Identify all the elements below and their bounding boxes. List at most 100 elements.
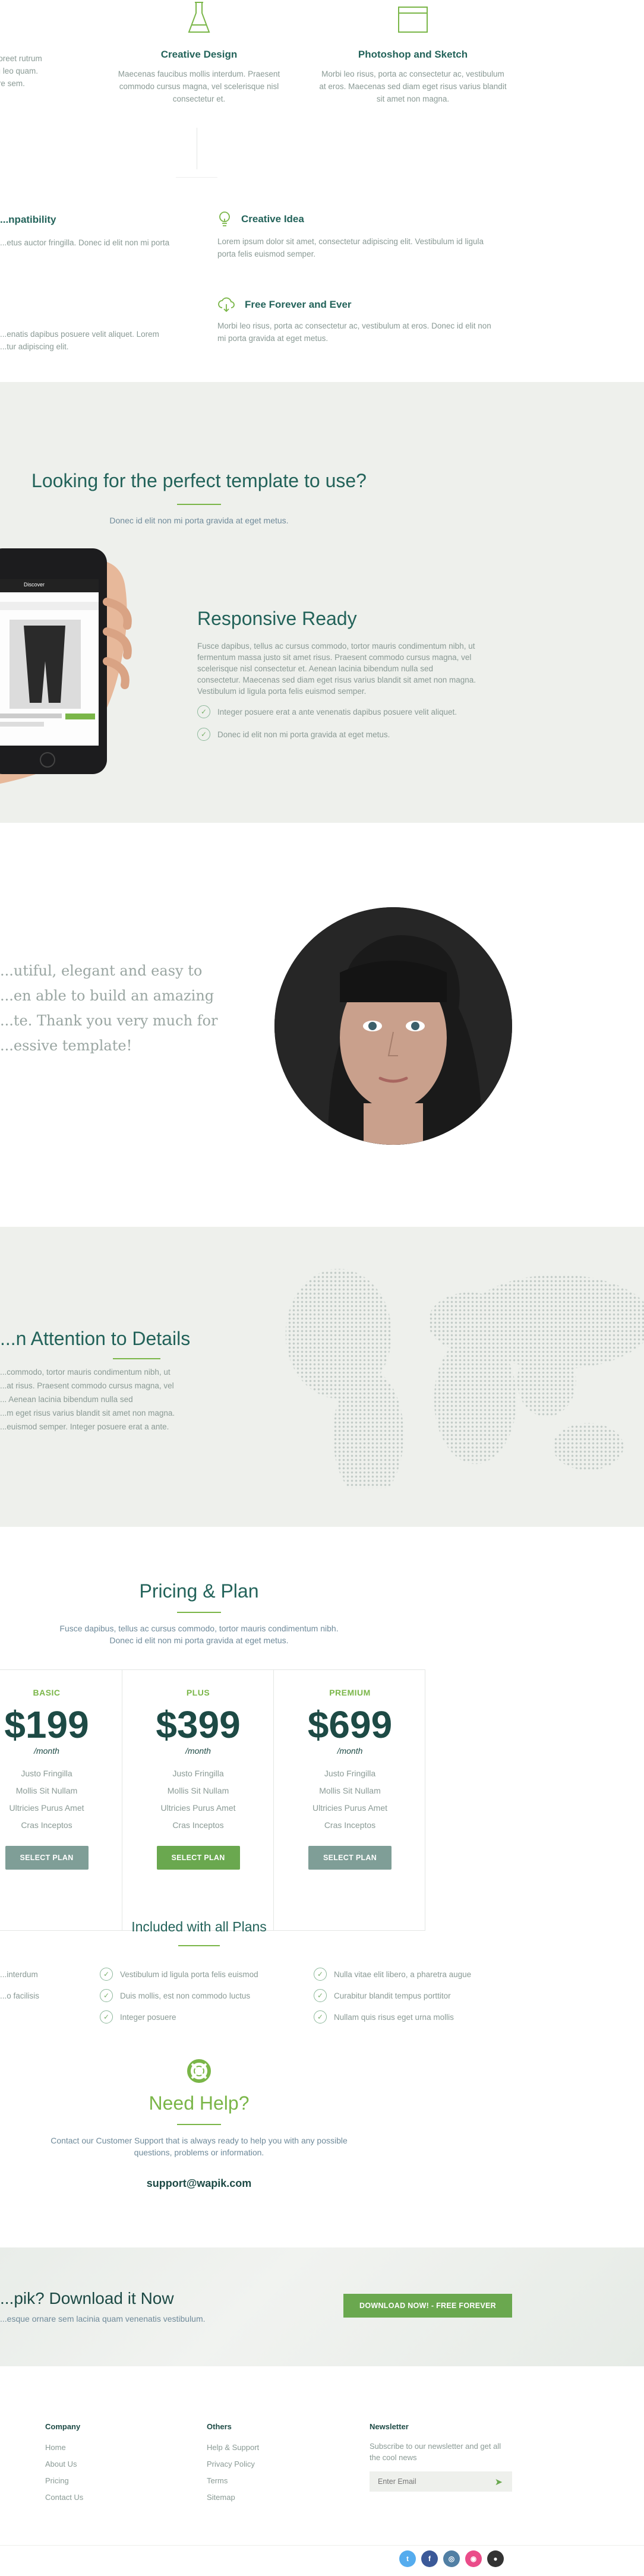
check-icon: ✓: [100, 1968, 113, 1981]
feature-photoshop-sketch: Photoshop and Sketch Morbi leo risus, po…: [309, 0, 517, 105]
included-item: ...interdum: [0, 1969, 38, 1979]
flask-icon: [184, 0, 214, 36]
phone-mockup: Discover: [0, 525, 143, 786]
feature-text: Morbi leo risus, porta ac consectetur ac…: [217, 321, 491, 343]
included-item: ✓ Curabitur blandit tempus porttitor: [314, 1989, 471, 2002]
footer-heading: Company: [45, 2422, 81, 2431]
plan-period: /month: [185, 1746, 211, 1756]
plan-feature: Cras Inceptos: [21, 1820, 72, 1830]
download-title: ...pik? Download it Now: [0, 2289, 174, 2307]
included-item: ...o facilisis: [0, 1991, 40, 2000]
pricing-title: Pricing & Plan: [139, 1580, 259, 1602]
browser-window-icon: [395, 0, 431, 36]
feature-text: ...enatis dapibus posuere velit aliquet.…: [0, 330, 159, 351]
footer: Company Home About Us Pricing Contact Us…: [0, 2366, 644, 2576]
feature-text: Morbi leo risus, porta ac consectetur ac…: [319, 70, 507, 103]
footer-link-contact[interactable]: Contact Us: [45, 2489, 83, 2506]
template-section: Looking for the perfect template to use?…: [0, 382, 644, 823]
included-section: Included with all Plans ...interdum ...o…: [0, 1919, 644, 2073]
divider-line: [176, 177, 217, 178]
social-links: t f ◎ ◉ ●: [399, 2550, 504, 2567]
check-icon: ✓: [314, 2010, 327, 2023]
feature-creative-idea: Creative Idea Lorem ipsum dolor sit amet…: [217, 210, 526, 260]
footer-link-home[interactable]: Home: [45, 2439, 83, 2456]
newsletter-text: Subscribe to our newsletter and get all t…: [370, 2442, 501, 2462]
lightbulb-icon: [217, 210, 232, 228]
download-section: ...pik? Download it Now ...esque ornare …: [0, 2247, 644, 2366]
footer-link-privacy[interactable]: Privacy Policy: [207, 2456, 259, 2473]
feature-text: ...etus auctor fringilla. Donec id elit …: [0, 238, 170, 247]
feature-text: ...gue laoreet rutrum...en eu leo quam..…: [0, 54, 42, 88]
select-plan-basic-button[interactable]: SELECT PLAN: [5, 1846, 89, 1870]
download-button[interactable]: DOWNLOAD NOW! - FREE FOREVER: [343, 2294, 512, 2318]
twitter-icon[interactable]: t: [399, 2550, 416, 2567]
select-plan-plus-button[interactable]: SELECT PLAN: [156, 1846, 240, 1870]
heading-divider: [177, 2124, 221, 2125]
newsletter-email-input[interactable]: [370, 2471, 488, 2492]
plan-price: $699: [307, 1703, 393, 1746]
plan-feature: Ultricies Purus Amet: [9, 1803, 84, 1813]
plan-feature: Cras Inceptos: [172, 1820, 224, 1830]
check-icon: ✓: [314, 1968, 327, 1981]
facebook-icon[interactable]: f: [421, 2550, 438, 2567]
responsive-text: Fusce dapibus, tellus ac cursus commodo,…: [197, 642, 476, 696]
heading-divider: [177, 1612, 221, 1613]
newsletter-form: ➤: [370, 2471, 512, 2492]
footer-link-sitemap[interactable]: Sitemap: [207, 2489, 259, 2506]
plan-name: PREMIUM: [329, 1688, 371, 1697]
plan-premium: PREMIUM $699 /month Justo Fringilla Moll…: [274, 1670, 425, 1930]
github-icon[interactable]: ●: [487, 2550, 504, 2567]
feature-title: Free Forever and Ever: [245, 299, 352, 310]
footer-divider: [0, 2545, 644, 2546]
instagram-icon[interactable]: ◎: [443, 2550, 460, 2567]
footer-company: Company Home About Us Pricing Contact Us: [45, 2422, 83, 2506]
help-title: Need Help?: [149, 2092, 250, 2114]
download-subtitle: ...esque ornare sem lacinia quam venenat…: [0, 2314, 206, 2324]
footer-link-terms[interactable]: Terms: [207, 2473, 259, 2489]
footer-heading: Others: [207, 2422, 232, 2431]
feature-text: Maecenas faucibus mollis interdum. Praes…: [118, 70, 280, 103]
plan-feature: Justo Fringilla: [172, 1769, 224, 1778]
attention-title: ...n Attention to Details: [0, 1328, 191, 1349]
section-heading: Looking for the perfect template to use?: [31, 470, 367, 491]
check-item: ✓ Donec id elit non mi porta gravida at e…: [197, 728, 506, 741]
footer-others: Others Help & Support Privacy Policy Ter…: [207, 2422, 259, 2506]
send-icon[interactable]: ➤: [495, 2476, 503, 2488]
included-item: ✓ Nulla vitae elit libero, a pharetra aug…: [314, 1968, 471, 1981]
heading-divider: [178, 1945, 220, 1946]
footer-link-pricing[interactable]: Pricing: [45, 2473, 83, 2489]
footer-link-about[interactable]: About Us: [45, 2456, 83, 2473]
plan-feature: Mollis Sit Nullam: [167, 1786, 229, 1795]
feature-creative-design: Creative Design Maecenas faucibus mollis…: [113, 0, 285, 105]
attention-section: ...n Attention to Details ...commodo, to…: [0, 1227, 644, 1527]
select-plan-premium-button[interactable]: SELECT PLAN: [308, 1846, 392, 1870]
included-title: Included with all Plans: [131, 1919, 267, 1934]
check-icon: ✓: [197, 728, 210, 741]
support-email-link[interactable]: support@wapik.com: [0, 2177, 398, 2190]
testimonial-avatar: [274, 907, 512, 1145]
dribbble-icon[interactable]: ◉: [465, 2550, 482, 2567]
plan-name: PLUS: [186, 1688, 210, 1697]
cloud-download-icon: [217, 297, 235, 312]
section-subheading: Donec id elit non mi porta gravida at eg…: [109, 516, 289, 525]
feature-text: Lorem ipsum dolor sit amet, consectetur …: [217, 237, 484, 258]
included-item: ✓ Duis mollis, est non commodo luctus: [100, 1989, 258, 2002]
plan-plus: PLUS $399 /month Justo Fringilla Mollis …: [123, 1670, 274, 1930]
plan-feature: Ultricies Purus Amet: [312, 1803, 388, 1813]
feature-1: ...gue laoreet rutrum...en eu leo quam..…: [0, 52, 83, 90]
phone-app-title: Discover: [24, 582, 45, 588]
check-icon: ✓: [100, 2010, 113, 2023]
feature-4: ...enatis dapibus posuere velit aliquet.…: [0, 328, 178, 353]
plan-feature: Justo Fringilla: [324, 1769, 376, 1778]
included-item: ✓ Nullam quis risus eget urna mollis: [314, 2010, 471, 2023]
plan-feature: Ultricies Purus Amet: [160, 1803, 236, 1813]
footer-link-help[interactable]: Help & Support: [207, 2439, 259, 2456]
plan-feature: Mollis Sit Nullam: [319, 1786, 381, 1795]
check-icon: ✓: [100, 1989, 113, 2002]
help-text: Contact our Customer Support that is alw…: [50, 2136, 348, 2157]
feature-compatibility: ...npatibility ...etus auctor fringilla.…: [0, 214, 178, 249]
plan-name: BASIC: [33, 1688, 61, 1697]
testimonial-quote: ...utiful, elegant and easy to ...en able…: [0, 962, 218, 1054]
pricing-table: BASIC $199 /month Justo Fringilla Mollis…: [0, 1669, 425, 1931]
attention-text: ...commodo, tortor mauris condimentum ni…: [0, 1368, 175, 1431]
